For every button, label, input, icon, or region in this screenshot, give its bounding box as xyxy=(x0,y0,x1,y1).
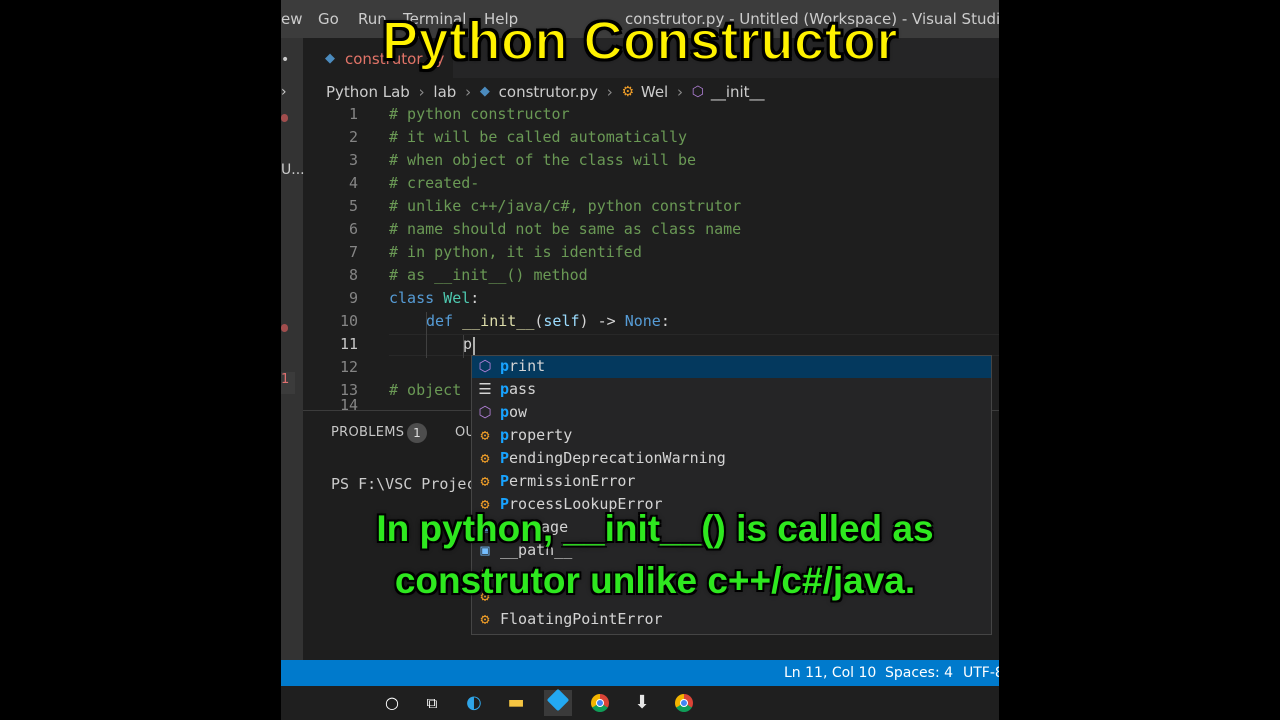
breadcrumb-item[interactable]: Wel xyxy=(641,83,668,101)
vscode-icon xyxy=(546,688,570,712)
code-comment: # python constructor xyxy=(389,105,570,123)
problems-count-badge: 1 xyxy=(407,423,427,443)
code-comment: # it will be called automatically xyxy=(389,128,688,146)
code-line: 1 # python constructor xyxy=(303,105,999,127)
code-line: 11 p xyxy=(303,335,999,357)
line-number: 2 xyxy=(348,128,358,146)
line-number: 1 xyxy=(348,105,358,123)
python-file-icon: ◆ xyxy=(479,84,490,99)
code-line: 7 # in python, it is identifed xyxy=(303,243,999,265)
tab-problems[interactable]: PROBLEMS xyxy=(331,425,404,440)
error-dot-icon xyxy=(281,114,288,122)
code-line: 9 class Wel: xyxy=(303,289,999,311)
vscode-taskbar-icon[interactable] xyxy=(544,688,572,716)
suggestion-label: pass xyxy=(500,380,537,398)
suggestion-item[interactable]: ☰ pass xyxy=(472,379,991,401)
error-dot-icon xyxy=(281,324,288,332)
code-comment: # object xyxy=(389,381,462,399)
cursor-position[interactable]: Ln 11, Col 10 xyxy=(784,665,876,681)
windows-taskbar: ○ ⧉ ◐ ▬ ⬇ xyxy=(281,686,999,720)
suggestion-label: FloatingPointError xyxy=(500,610,663,628)
activity-item-icon[interactable]: › xyxy=(281,84,287,100)
suggestion-item[interactable]: ⬡ print xyxy=(472,356,991,378)
edge-browser-icon[interactable]: ◐ xyxy=(460,690,488,716)
suggestion-label: print xyxy=(500,357,546,375)
breadcrumb-item[interactable]: construtor.py xyxy=(499,83,598,101)
caption-line-1: In python, __init__() is called as xyxy=(376,508,934,549)
breadcrumb-item[interactable]: lab xyxy=(433,83,456,101)
code-line: 2 # it will be called automatically xyxy=(303,128,999,150)
line-number: 11 xyxy=(339,335,358,353)
chevron-right-icon: › xyxy=(606,82,613,101)
code-line: 8 # as __init__() method xyxy=(303,266,999,288)
class-icon: ⚙ xyxy=(480,449,490,467)
code-line: 3 # when object of the class will be xyxy=(303,151,999,173)
indentation-setting[interactable]: Spaces: 4 xyxy=(885,665,953,681)
chevron-right-icon: › xyxy=(418,82,425,101)
line-number: 5 xyxy=(348,197,358,215)
app-taskbar-icon[interactable]: ⬇ xyxy=(628,690,656,716)
terminal-prompt[interactable]: PS F:\VSC Projec xyxy=(331,475,476,493)
line-number: 12 xyxy=(339,358,358,376)
chrome-logo-icon xyxy=(591,694,609,712)
indent-guide xyxy=(463,335,464,358)
line-number: 3 xyxy=(348,151,358,169)
chevron-right-icon: › xyxy=(677,82,684,101)
encoding-setting[interactable]: UTF-8 xyxy=(963,665,999,681)
status-bar: Ln 11, Col 10 Spaces: 4 UTF-8 xyxy=(281,660,999,686)
line-number: 9 xyxy=(348,289,358,307)
code-line: 4 # created- xyxy=(303,174,999,196)
code-comment: # unlike c++/java/c#, python construtor xyxy=(389,197,742,215)
chrome-icon[interactable] xyxy=(586,690,614,716)
keyword-icon: ☰ xyxy=(478,380,492,398)
suggestion-label: pow xyxy=(500,403,528,421)
code-comment: # as __init__() method xyxy=(389,266,588,284)
chevron-right-icon: › xyxy=(465,82,472,101)
task-view-icon[interactable]: ⧉ xyxy=(418,690,446,716)
breadcrumb: Python Lab › lab › ◆ construtor.py › ⚙ W… xyxy=(326,82,765,104)
code-comment: # name should not be same as class name xyxy=(389,220,742,238)
method-icon: ⬡ xyxy=(478,357,492,375)
suggestion-item[interactable]: ⬡ pow xyxy=(472,402,991,424)
code-comment: # when object of the class will be xyxy=(389,151,697,169)
class-icon: ⚙ xyxy=(480,610,490,628)
line-number: 10 xyxy=(339,312,358,330)
suggestion-item[interactable]: ⚙ PermissionError xyxy=(472,471,991,493)
code-comment: # in python, it is identifed xyxy=(389,243,642,261)
code-text: class Wel: xyxy=(389,289,480,307)
suggestion-label: property xyxy=(500,426,573,444)
typed-text: p xyxy=(463,335,473,353)
suggestion-item[interactable]: ⚙ FloatingPointError xyxy=(472,609,991,631)
suggestion-label: PermissionError xyxy=(500,472,636,490)
activity-partial-label[interactable]: U... xyxy=(281,162,305,178)
video-title-overlay: Python Constructor xyxy=(381,10,899,72)
suggestion-item[interactable]: ⚙ PendingDeprecationWarning xyxy=(472,448,991,470)
file-explorer-icon[interactable]: ▬ xyxy=(502,690,530,716)
class-icon: ⚙ xyxy=(480,472,490,490)
line-number: 4 xyxy=(348,174,358,192)
class-icon: ⚙ xyxy=(480,426,490,444)
line-number: 8 xyxy=(348,266,358,284)
code-comment: # created- xyxy=(389,174,480,192)
chrome-logo-icon xyxy=(675,694,693,712)
breadcrumb-item[interactable]: Python Lab xyxy=(326,83,410,101)
code-text: def __init__(self) -> None: xyxy=(426,312,670,330)
text-cursor xyxy=(473,337,475,355)
line-number: 6 xyxy=(348,220,358,238)
code-line: 6 # name should not be same as class nam… xyxy=(303,220,999,242)
code-line: 5 # unlike c++/java/c#, python construto… xyxy=(303,197,999,219)
activity-badge: 1 xyxy=(281,372,295,394)
method-icon: ⬡ xyxy=(478,403,492,421)
code-line: 10 def __init__(self) -> None: xyxy=(303,312,999,334)
suggestion-label: PendingDeprecationWarning xyxy=(500,449,726,467)
caption-line-2: construtor unlike c++/c#/java. xyxy=(394,560,916,601)
class-symbol-icon: ⚙ xyxy=(621,83,635,100)
line-number: 7 xyxy=(348,243,358,261)
indent-guide xyxy=(426,312,427,358)
search-circle-icon[interactable]: ○ xyxy=(378,690,406,716)
suggestion-item[interactable]: ⚙ property xyxy=(472,425,991,447)
method-symbol-icon: ⬡ xyxy=(691,83,705,100)
breadcrumb-item[interactable]: __init__ xyxy=(711,83,765,101)
chrome-icon[interactable] xyxy=(670,690,698,716)
